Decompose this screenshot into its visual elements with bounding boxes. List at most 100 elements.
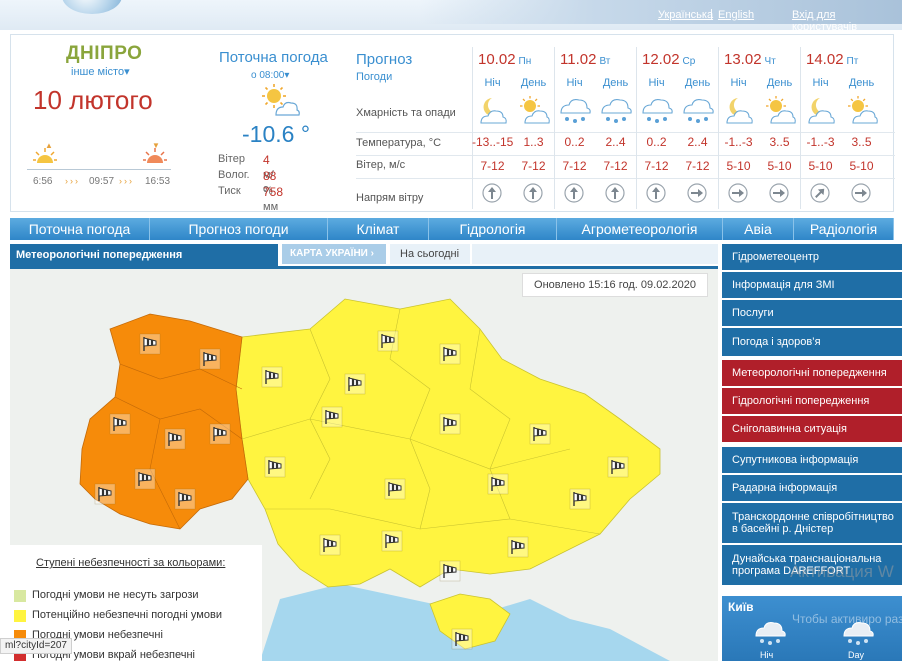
sidebar-item-2[interactable]: Послуги <box>722 300 902 326</box>
tab-meteo-warnings[interactable]: Метеорологічні попередження <box>10 244 278 266</box>
login-link[interactable]: Вхід для користувачів <box>792 9 902 33</box>
wind-direction-icon <box>851 183 871 203</box>
kyiv-day-label: Day <box>848 650 865 660</box>
tab-ukraine-map[interactable]: КАРТА УКРАЇНИ › <box>282 244 386 264</box>
wind-warning-icon[interactable] <box>507 536 529 558</box>
wind-warning-icon[interactable] <box>344 373 366 395</box>
sidebar-item-7[interactable]: Супутникова інформація <box>722 447 902 473</box>
cloud-snow-icon <box>642 99 673 123</box>
wind-warning-icon[interactable] <box>264 456 286 478</box>
forecast-night-label: Ніч <box>648 77 665 89</box>
column-divider <box>800 47 801 209</box>
sun-cloud-icon <box>766 96 796 124</box>
forecast-date: 11.02 Вт <box>560 51 611 68</box>
nav-item-2[interactable]: Клімат <box>328 218 429 240</box>
wind-warning-icon[interactable] <box>451 628 473 650</box>
wind-warning-icon[interactable] <box>439 413 461 435</box>
sun-cloud-icon <box>848 96 878 124</box>
forecast-temp: -1..-3 <box>806 135 835 149</box>
forecast-day-label: День <box>766 77 793 89</box>
forecast-wind: 5-10 <box>849 159 874 173</box>
wind-direction-icon <box>769 183 789 203</box>
wind-warning-icon[interactable] <box>381 530 403 552</box>
sun-cloud-icon <box>262 84 300 116</box>
wind-warning-icon[interactable] <box>109 413 131 435</box>
wind-warning-icon[interactable] <box>209 423 231 445</box>
forecast-temp: 0..2 <box>646 135 667 149</box>
forecast-wind: 7-12 <box>603 159 628 173</box>
lang-ua-link[interactable]: Українська <box>658 9 713 21</box>
wind-warning-icon[interactable] <box>139 333 161 355</box>
wind-direction-icon <box>482 183 502 203</box>
forecast-night-label: Ніч <box>730 77 747 89</box>
forecast-wind: 5-10 <box>808 159 833 173</box>
wind-warning-icon[interactable] <box>377 330 399 352</box>
nav-item-4[interactable]: Агрометеорологія <box>557 218 723 240</box>
sidebar-item-9[interactable]: Транскордонне співробітництво в басейні … <box>722 503 902 543</box>
other-city-link[interactable]: інше місто▾ <box>71 65 130 78</box>
forecast-wind: 7-12 <box>644 159 669 173</box>
forecast-date: 14.02 Пт <box>806 51 859 68</box>
tab-today[interactable]: На сьогодні <box>390 244 470 264</box>
current-wind: Вітер 4 м/с <box>218 153 274 195</box>
wind-warning-icon[interactable] <box>529 423 551 445</box>
forecast-wind: 7-12 <box>685 159 710 173</box>
wind-warning-icon[interactable] <box>487 473 509 495</box>
wind-warning-icon[interactable] <box>439 343 461 365</box>
day-length-line <box>27 169 171 170</box>
dots-icon: ››› <box>119 176 134 186</box>
kyiv-widget[interactable]: Київ Чтобы активиро раздел "Параме Ніч D… <box>722 596 902 661</box>
kyiv-night-label: Ніч <box>760 650 774 660</box>
forecast-wind: 5-10 <box>767 159 792 173</box>
forecast-wind: 7-12 <box>480 159 505 173</box>
current-date: 10 лютого <box>33 85 153 115</box>
nav-item-3[interactable]: Гідрологія <box>429 218 557 240</box>
lang-en-link[interactable]: English <box>718 9 754 21</box>
wind-direction-icon <box>605 183 625 203</box>
sidebar-item-4[interactable]: Метеорологічні попередження <box>722 360 902 386</box>
forecast-day-3: 13.02 Чт Ніч -1..-3 5-10 День 3..5 5-10 <box>718 47 800 211</box>
wind-warning-icon[interactable] <box>174 488 196 510</box>
wind-warning-icon[interactable] <box>94 483 116 505</box>
nav-item-0[interactable]: Поточна погода <box>10 218 150 240</box>
forecast-day-label: День <box>520 77 547 89</box>
wind-direction-icon <box>687 183 707 203</box>
forecast-day-label: День <box>684 77 711 89</box>
sunset-time: 16:53 <box>145 176 171 187</box>
wind-warning-icon[interactable] <box>384 478 406 500</box>
sidebar-item-6[interactable]: Сніголавинна ситуація <box>722 416 902 442</box>
sidebar-item-0[interactable]: Гідрометеоцентр <box>722 244 902 270</box>
nav-item-6[interactable]: Радіологія <box>794 218 894 240</box>
forecast-wind: 7-12 <box>521 159 546 173</box>
wind-warning-icon[interactable] <box>261 366 283 388</box>
wind-warning-icon[interactable] <box>134 468 156 490</box>
moon-cloud-icon <box>480 98 507 124</box>
wind-warning-icon[interactable] <box>439 560 461 582</box>
current-humidity: Волог. 88 % <box>218 169 277 197</box>
wind-warning-icon[interactable] <box>199 348 221 370</box>
sidebar-item-8[interactable]: Радарна інформація <box>722 475 902 501</box>
moon-cloud-icon <box>726 98 753 124</box>
wind-warning-icon[interactable] <box>607 456 629 478</box>
wind-warning-icon[interactable] <box>321 406 343 428</box>
forecast-date: 12.02 Ср <box>642 51 696 68</box>
sun-cloud-icon <box>520 96 550 124</box>
sidebar-item-1[interactable]: Інформація для ЗМІ <box>722 272 902 298</box>
nav-item-5[interactable]: Авіа <box>723 218 794 240</box>
wind-warning-icon[interactable] <box>164 428 186 450</box>
forecast-day-4: 14.02 Пт Ніч -1..-3 5-10 День 3..5 5-10 <box>800 47 882 211</box>
nav-item-1[interactable]: Прогноз погоди <box>150 218 328 240</box>
moon-cloud-icon <box>808 98 835 124</box>
cloud-snow-icon <box>843 622 874 645</box>
forecast-date: 10.02 Пн <box>478 51 532 68</box>
wind-warning-icon[interactable] <box>319 534 341 556</box>
forecast-title: Прогноз <box>356 51 413 68</box>
sidebar-item-3[interactable]: Погода і здоров’я <box>722 328 902 356</box>
sidebar-item-5[interactable]: Гідрологічні попередження <box>722 388 902 414</box>
wind-warning-icon[interactable] <box>569 488 591 510</box>
sunrise-time: 6:56 <box>33 176 53 187</box>
legend-swatch <box>14 590 26 602</box>
forecast-day-label: День <box>848 77 875 89</box>
current-time[interactable]: о 08:00▾ <box>251 70 289 81</box>
forecast-temp: 1..3 <box>523 135 544 149</box>
